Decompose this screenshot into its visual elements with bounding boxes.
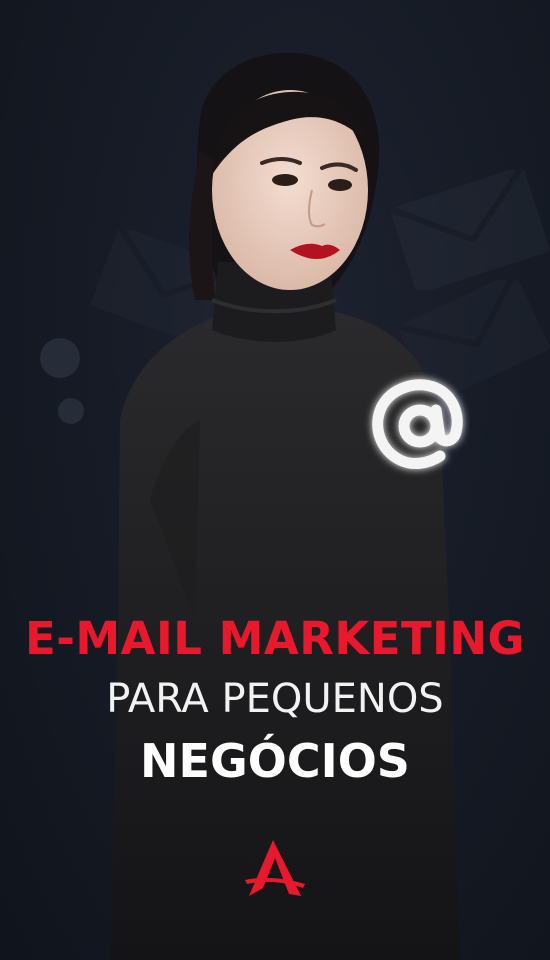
promo-banner: E-MAIL MARKETING PARA PEQUENOS NEGÓCIOS [0,0,550,960]
headline: E-MAIL MARKETING [24,612,525,665]
woman-photo [110,52,460,960]
subline: PARA PEQUENOS [106,676,444,722]
brand-logo-icon [245,840,305,896]
at-sign-icon [372,379,463,469]
subline-bold: NEGÓCIOS [140,734,410,788]
